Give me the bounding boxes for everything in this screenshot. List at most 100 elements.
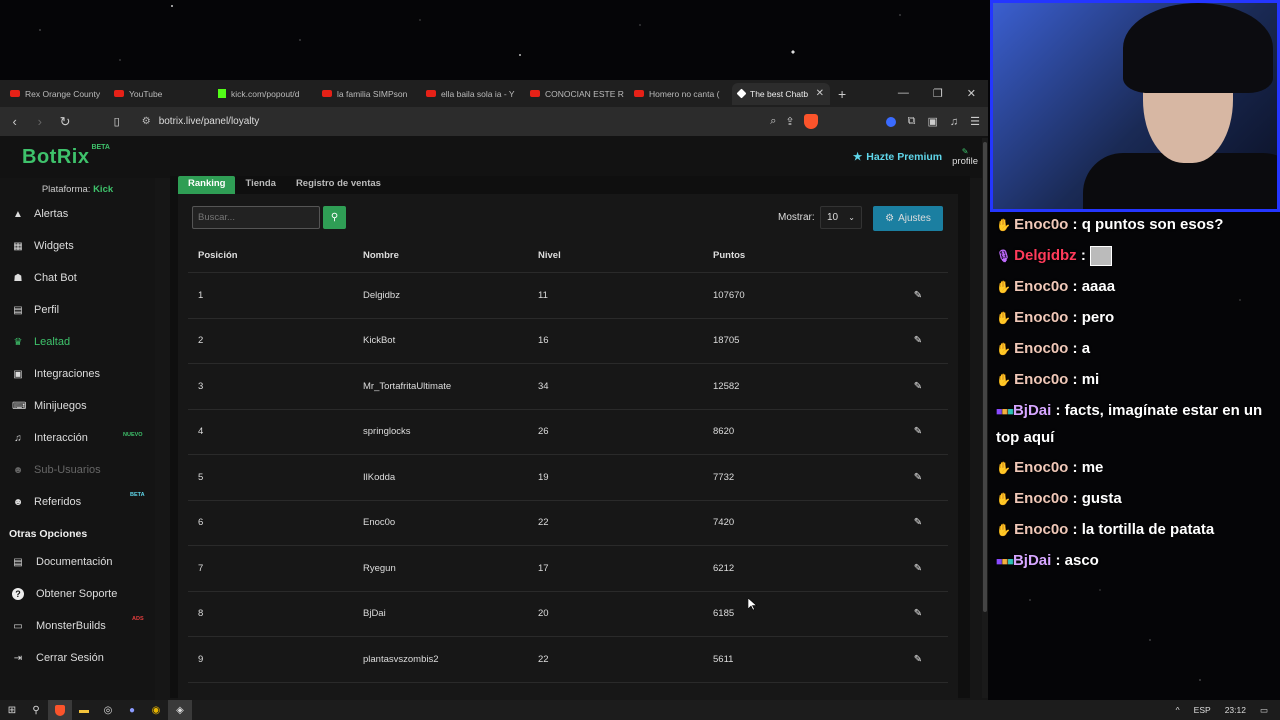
botrix-logo[interactable]: BotRix [22,146,89,169]
option-item-cerrarsesin[interactable]: ⇥ Cerrar Sesión [0,642,155,674]
chat-username[interactable]: Enoc0o [1014,459,1068,476]
folder-icon[interactable]: ▬ [72,700,96,720]
chat-username[interactable]: Enoc0o [1014,371,1068,388]
edit-icon[interactable]: ✎ [914,517,922,528]
edit-icon[interactable]: ✎ [914,290,922,301]
chat-username[interactable]: BjDai [1013,552,1051,569]
sidebar-item-chatbot[interactable]: ☗ Chat Bot [0,262,155,294]
sidebar-item-interaccin[interactable]: ♫ Interacción NUEVO [0,422,155,454]
close-window-icon[interactable]: ✕ [967,87,976,100]
chat-username[interactable]: Enoc0o [1014,309,1068,326]
wave-hand-icon: ✋ [996,280,1011,294]
url-field[interactable]: ▯ ⚙ botrix.live/panel/loyalty [114,110,759,133]
page-scrollbar[interactable] [982,138,988,698]
sidebar-item-widgets[interactable]: ▦ Widgets [0,230,155,262]
search-button[interactable]: ⚲ [323,206,346,229]
app-taskbar-icon[interactable]: ◈ [168,700,192,720]
clock[interactable]: 23:12 [1225,705,1246,715]
chat-username[interactable]: Enoc0o [1014,216,1068,233]
restore-icon[interactable]: ❐ [933,87,943,100]
chat-text: pero [1081,309,1115,326]
position-cell: 2 [198,335,204,347]
sidebar-item-minijuegos[interactable]: ⌨ Minijuegos [0,390,155,422]
column-header[interactable]: Puntos [713,250,888,261]
column-header[interactable]: Nombre [363,250,538,261]
chat-text: asco [1064,552,1099,569]
option-item-documentacin[interactable]: ▤ Documentación [0,546,155,578]
share-icon[interactable]: ⇪ [785,115,794,128]
column-header[interactable]: Posición [188,250,363,261]
scrollbar-thumb[interactable] [983,142,987,612]
edit-icon[interactable]: ✎ [914,654,922,665]
chevron-up-icon[interactable]: ^ [1176,705,1180,715]
browser-tab[interactable]: Homero no canta ( [628,83,732,105]
forward-icon[interactable]: › [33,114,46,129]
option-item-monsterbuilds[interactable]: ▭ MonsterBuilds ADS [0,610,155,642]
chat-username[interactable]: Enoc0o [1014,490,1068,507]
show-count-select[interactable]: 10 ⌄ [820,206,862,229]
close-tab-icon[interactable]: ✕ [816,88,824,99]
sidebar-item-lealtad[interactable]: ♛ Lealtad [0,326,155,358]
bookmark-icon[interactable]: ▯ [114,115,120,128]
chat-message: ✋ Enoc0o : aaaa [996,274,1280,300]
chat-username[interactable]: BjDai [1013,402,1051,419]
profile-button[interactable]: ✎ profile [952,147,978,167]
extension-icon[interactable] [885,116,896,127]
media-icon[interactable]: ♫ [950,116,958,128]
settings-button[interactable]: ⚙ Ajustes [873,206,943,231]
browser-tab[interactable]: CONOCIAN ESTE R [524,83,628,105]
edit-icon[interactable]: ✎ [914,381,922,392]
sidebar-item-perfil[interactable]: ▤ Perfil [0,294,155,326]
column-header[interactable]: Nivel [538,250,713,261]
level-cell: 22 [538,517,549,529]
search-icon[interactable]: ⚲ [24,700,48,720]
browser-tab[interactable]: ella baila sola ia - Y [420,83,524,105]
edit-icon[interactable]: ✎ [914,335,922,346]
windows-start-icon[interactable]: ⊞ [0,700,24,720]
discord-icon[interactable]: ● [120,700,144,720]
new-tab-button[interactable]: + [830,86,854,102]
chat-username[interactable]: Enoc0o [1014,278,1068,295]
minimize-icon[interactable]: — [898,87,909,100]
sidebar-toggle-icon[interactable]: ▣ [927,115,937,128]
back-icon[interactable]: ‹ [8,114,21,129]
chrome-icon[interactable]: ◉ [144,700,168,720]
edit-icon[interactable]: ✎ [914,472,922,483]
sidebar-item-integraciones[interactable]: ▣ Integraciones [0,358,155,390]
sidebar-item-subusuarios[interactable]: ☻ Sub-Usuarios [0,454,155,486]
chat-username[interactable]: Enoc0o [1014,521,1068,538]
chat-username[interactable]: Delgidbz [1014,247,1077,264]
other-options-menu: ▤ Documentación? Obtener Soporte ▭ MonsterBu… [0,546,155,674]
tab-ranking[interactable]: Ranking [178,176,236,194]
option-item-obtenersoporte[interactable]: ? Obtener Soporte [0,578,155,610]
brave-taskbar-icon[interactable] [48,700,72,720]
browser-tab[interactable]: Rex Orange County [4,83,108,105]
chat-message: ✋ Enoc0o : a [996,336,1280,362]
browser-tab[interactable]: YouTube [108,83,212,105]
edit-icon[interactable]: ✎ [914,608,922,619]
sidebar-item-alertas[interactable]: ▲ Alertas [0,198,155,230]
search-input[interactable] [192,206,320,229]
chat-username[interactable]: Enoc0o [1014,340,1068,357]
tab-tienda[interactable]: Tienda [235,176,285,194]
actions-cell: ✎ [888,608,948,619]
app-header: BotRix BETA ★ Hazte Premium ✎ profile [0,136,988,178]
browser-tab[interactable]: la familia SIMPson [316,83,420,105]
zoom-icon[interactable]: ⌕ [770,115,776,128]
obs-icon[interactable]: ◎ [96,700,120,720]
brave-shield-icon[interactable] [803,114,818,129]
tab-active[interactable]: The best Chatb ✕ [732,82,830,105]
reload-icon[interactable]: ↻ [58,114,71,130]
edit-icon[interactable]: ✎ [914,563,922,574]
browser-tab[interactable]: kick.com/popout/d [212,83,316,105]
site-settings-icon[interactable]: ⚙ [142,116,151,127]
menu-icon[interactable]: ☰ [970,115,980,128]
tab-registro-ventas[interactable]: Registro de ventas [286,176,391,194]
edit-icon[interactable]: ✎ [914,426,922,437]
premium-button[interactable]: ★ Hazte Premium [853,151,942,163]
sidebar-item-referidos[interactable]: ☻ Referidos BETA [0,486,155,518]
notification-icon[interactable]: ▭ [1260,705,1268,716]
puzzle-icon[interactable]: ⧉ [908,115,916,128]
show-label: Mostrar: [778,212,815,223]
language-indicator[interactable]: ESP [1194,705,1211,715]
